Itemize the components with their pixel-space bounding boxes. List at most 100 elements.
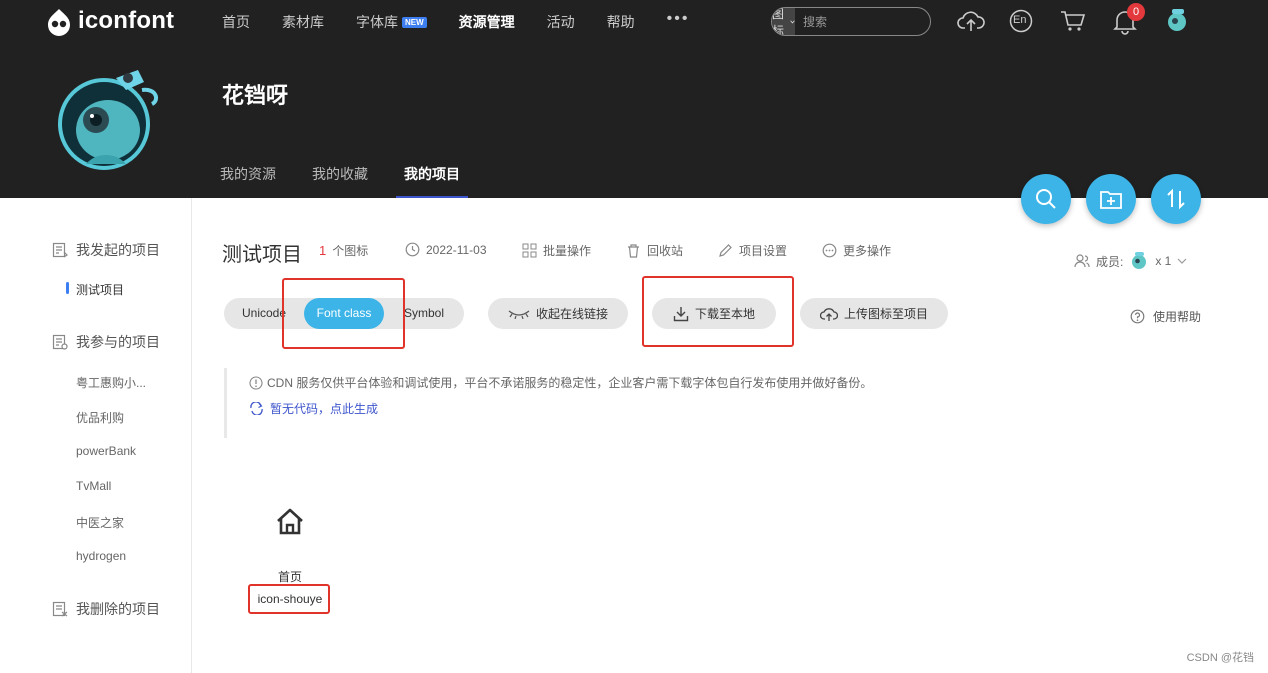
- project-list-icon: [52, 242, 68, 258]
- upload-cloud-icon: [819, 307, 838, 321]
- project-joined-icon: [52, 334, 68, 350]
- project-sidebar: 我发起的项目 测试项目 我参与的项目 粤工惠购小... 优品利购 powerBa…: [0, 198, 192, 673]
- collapse-online-link-label: 收起在线链接: [535, 307, 608, 321]
- cdn-notice-message: CDN 服务仅供平台体验和调试使用，平台不承诺服务的稳定性，企业客户需下载字体包…: [267, 376, 873, 390]
- language-label: En: [1013, 14, 1027, 26]
- profile-avatar[interactable]: [56, 60, 160, 172]
- batch-operation-button[interactable]: 批量操作: [522, 242, 591, 259]
- project-date: 2022-11-03: [405, 242, 487, 257]
- user-avatar-small[interactable]: [1164, 7, 1190, 40]
- avatar-icon: [1168, 9, 1186, 31]
- fab-search-button[interactable]: [1021, 174, 1071, 224]
- sidebar-group-initiated[interactable]: 我发起的项目: [52, 240, 160, 260]
- usage-help-link[interactable]: 使用帮助: [1130, 308, 1201, 325]
- search-box: 图标: [771, 7, 931, 36]
- edit-icon: [719, 244, 732, 257]
- sidebar-group-joined[interactable]: 我参与的项目: [52, 332, 160, 352]
- search-input[interactable]: [795, 8, 930, 35]
- nav-fonts[interactable]: 字体库 NEW: [356, 12, 427, 32]
- segment-unicode[interactable]: Unicode: [242, 298, 286, 329]
- nav-links: 首页 素材库 字体库 NEW 资源管理 活动 帮助 •••: [222, 10, 690, 32]
- sidebar-group-label: 我参与的项目: [76, 334, 160, 350]
- sidebar-item-project[interactable]: 粤工惠购小...: [76, 374, 146, 391]
- notification-count: 0: [1127, 3, 1145, 21]
- sidebar-item-project[interactable]: TvMall: [76, 479, 111, 493]
- language-toggle[interactable]: En: [1009, 9, 1033, 38]
- more-menu-icon[interactable]: •••: [667, 10, 690, 30]
- download-local-label: 下载至本地: [694, 307, 755, 321]
- nav-home[interactable]: 首页: [222, 12, 250, 32]
- download-local-button[interactable]: 下载至本地: [652, 298, 776, 329]
- folder-add-icon: [1100, 191, 1122, 209]
- upload-to-project-label: 上传图标至项目: [843, 307, 928, 321]
- nav-help[interactable]: 帮助: [607, 12, 635, 32]
- sidebar-group-label: 我发起的项目: [76, 242, 160, 258]
- recycle-bin-button[interactable]: 回收站: [626, 242, 683, 259]
- upload-to-project-button[interactable]: 上传图标至项目: [800, 298, 948, 329]
- sidebar-item-test-project[interactable]: 测试项目: [76, 281, 124, 298]
- chameleon-avatar-icon: [58, 70, 159, 170]
- clock-icon: [405, 242, 420, 257]
- icon-count: 1 个图标: [319, 242, 368, 259]
- batch-operation-label: 批量操作: [543, 244, 592, 258]
- tab-my-projects[interactable]: 我的项目: [396, 164, 468, 198]
- project-title: 测试项目: [222, 244, 302, 266]
- username: 花铛呀: [222, 83, 289, 108]
- logo-text: iconfont: [78, 7, 175, 34]
- search-type-select[interactable]: 图标: [772, 7, 796, 36]
- nav-fonts-label: 字体库: [356, 14, 398, 30]
- collapse-online-link-button[interactable]: 收起在线链接: [488, 298, 628, 329]
- nav-activity[interactable]: 活动: [547, 12, 575, 32]
- new-badge: NEW: [402, 17, 427, 28]
- segment-symbol[interactable]: Symbol: [404, 298, 444, 329]
- sidebar-item-project[interactable]: hydrogen: [76, 549, 126, 563]
- download-icon: [673, 306, 689, 321]
- watermark: CSDN @花铛: [1186, 652, 1254, 664]
- home-icon: [277, 508, 303, 535]
- tab-my-favorites[interactable]: 我的收藏: [312, 164, 368, 198]
- project-deleted-icon: [52, 601, 68, 617]
- active-indicator: [66, 282, 69, 294]
- help-circle-icon: [1130, 309, 1145, 324]
- icon-class-name: icon-shouye: [257, 592, 323, 606]
- icon-card[interactable]: 首页 icon-shouye: [250, 508, 330, 606]
- cdn-notice: CDN 服务仅供平台体验和调试使用，平台不承诺服务的稳定性，企业客户需下载字体包…: [224, 368, 904, 438]
- grid-icon: [522, 243, 537, 258]
- sidebar-item-project[interactable]: 中医之家: [76, 514, 124, 531]
- sidebar-item-project[interactable]: 优品利购: [76, 409, 124, 426]
- project-settings-button[interactable]: 项目设置: [718, 242, 787, 259]
- logo-icon: [48, 9, 70, 36]
- usage-help-label: 使用帮助: [1153, 310, 1202, 324]
- top-nav: iconfont 首页 素材库 字体库 NEW 资源管理 活动 帮助 ••• 图标: [0, 0, 1268, 44]
- member-avatar-icon: [1132, 252, 1147, 269]
- tab-my-resources[interactable]: 我的资源: [220, 164, 276, 198]
- code-type-segmented-control: Unicode Font class Symbol: [224, 298, 464, 329]
- sidebar-group-deleted[interactable]: 我删除的项目: [52, 599, 160, 619]
- nav-resource-manage[interactable]: 资源管理: [459, 12, 515, 32]
- cart-icon[interactable]: [1060, 9, 1086, 38]
- notification-bell[interactable]: 0: [1113, 3, 1145, 40]
- search-icon: [1036, 189, 1056, 209]
- members-count: x 1: [1155, 254, 1172, 268]
- sidebar-item-project[interactable]: powerBank: [76, 444, 136, 458]
- search-type-label: 图标: [772, 7, 785, 36]
- upload-cloud-icon[interactable]: [957, 9, 985, 38]
- sidebar-group-label: 我删除的项目: [76, 601, 160, 617]
- project-settings-label: 项目设置: [739, 244, 788, 258]
- more-actions-button[interactable]: 更多操作: [822, 242, 891, 259]
- icon-name: 首页: [277, 570, 302, 584]
- segment-font-class[interactable]: Font class: [304, 298, 384, 329]
- members-dropdown[interactable]: 成员: x 1: [1074, 250, 1187, 272]
- profile-tabs: 我的资源 我的收藏 我的项目: [220, 164, 496, 198]
- nav-materials[interactable]: 素材库: [282, 12, 324, 32]
- info-icon: [249, 375, 263, 390]
- icon-count-unit: 个图标: [332, 244, 369, 258]
- fab-sort-button[interactable]: [1151, 174, 1201, 224]
- generate-code-link[interactable]: 暂无代码，点此生成: [249, 400, 378, 417]
- recycle-bin-label: 回收站: [647, 244, 684, 258]
- members-label: 成员:: [1096, 254, 1124, 269]
- trash-icon: [628, 244, 639, 258]
- fab-new-folder-button[interactable]: [1086, 174, 1136, 224]
- sort-icon: [1167, 188, 1185, 210]
- logo[interactable]: iconfont: [44, 6, 174, 36]
